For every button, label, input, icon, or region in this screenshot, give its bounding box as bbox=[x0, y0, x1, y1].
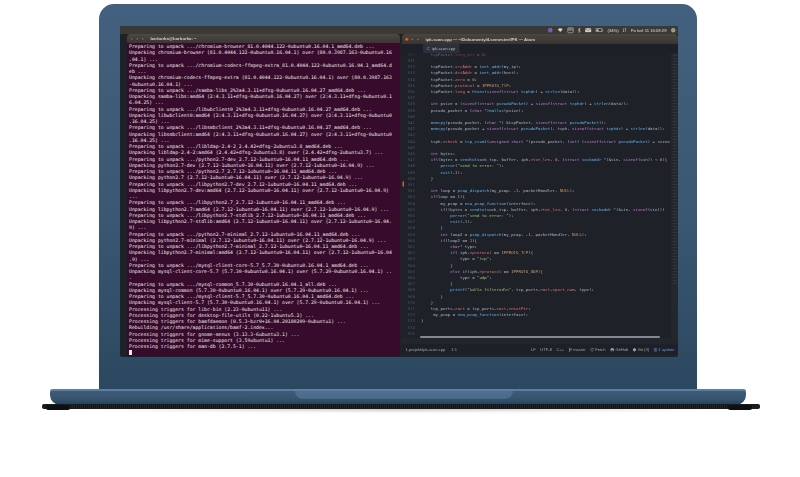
terminal-line: Unpacking libsmbclient:amd64 (2:4.3.11+d… bbox=[129, 132, 398, 138]
atom-tab-bar: C ipk-scan.cpp bbox=[402, 44, 678, 53]
battery-percentage[interactable]: (34%) bbox=[608, 28, 619, 33]
status-update-badge[interactable]: 1 update bbox=[654, 347, 675, 352]
terminal-line: Unpacking python2.7 (2.7.12-1ubuntu0~16.… bbox=[129, 175, 398, 181]
terminal-line: Unpacking mysql-client-5.7 (5.7.30-0ubun… bbox=[129, 300, 398, 306]
status-right-items: LF UTF-8 C++ master Fetch GitHub Git (3) 1 upda… bbox=[531, 347, 674, 352]
terminal-line: Unpacking samba-libs:amd64 (2:4.3.11+dfs… bbox=[129, 94, 398, 100]
laptop-screen: EN (34%) Po kvě 11 16:09:29 barborka@bar… bbox=[120, 26, 678, 357]
status-item-utf-8[interactable]: UTF-8 bbox=[540, 347, 552, 352]
status-cursor-position[interactable]: 1:1 bbox=[451, 347, 457, 352]
terminal-line: Unpacking libpython2.7:amd64 (2.7.12-1ub… bbox=[129, 207, 398, 213]
atom-minimap[interactable] bbox=[671, 53, 678, 338]
terminal-line: Unpacking libldap-2.4-2:amd64 (2.4.42+df… bbox=[129, 150, 398, 156]
atom-titlebar[interactable]: ipk-scan.cpp — ~/Dokumenty/4.semester/IP… bbox=[402, 34, 678, 44]
status-item-c-[interactable]: C++ bbox=[556, 347, 564, 352]
bluetooth-icon[interactable] bbox=[578, 27, 582, 33]
battery-icon[interactable] bbox=[596, 28, 604, 33]
status-item-master[interactable]: master bbox=[569, 347, 586, 352]
terminal-line: Unpacking chromium-browser (81.0.4044.12… bbox=[129, 50, 398, 56]
status-item-fetch[interactable]: Fetch bbox=[590, 347, 605, 352]
clock[interactable]: Po kvě 11 16:09:29 bbox=[631, 28, 667, 33]
atom-close-button[interactable] bbox=[405, 37, 409, 41]
status-item-github[interactable]: GitHub bbox=[610, 347, 628, 352]
status-item-lf[interactable]: LF bbox=[531, 347, 536, 352]
keyboard-layout-indicator[interactable]: EN bbox=[568, 27, 574, 33]
terminal-maximize-button[interactable] bbox=[141, 37, 145, 41]
terminal-line: Preparing to unpack .../python2.7-minima… bbox=[129, 232, 398, 238]
terminal-line: Preparing to unpack .../chromium-codecs-… bbox=[129, 63, 398, 69]
atom-minimize-button[interactable] bbox=[411, 37, 415, 41]
atom-editor[interactable]: 530 tcpPacket.leng_ptr = 0;531532 tcpPac… bbox=[402, 53, 678, 338]
updater-icon[interactable] bbox=[548, 27, 554, 33]
status-item-git-3-[interactable]: Git (3) bbox=[633, 347, 649, 352]
wifi-icon[interactable] bbox=[557, 28, 564, 33]
terminal-cursor bbox=[129, 350, 132, 355]
terminal-line: Unpacking mysql-client-core-5.7 (5.7.30-… bbox=[129, 269, 398, 275]
laptop-bottom-edge bbox=[42, 404, 760, 409]
laptop-base bbox=[50, 389, 746, 405]
terminal-line: Unpacking chromium-codecs-ffmpeg-extra (… bbox=[129, 75, 398, 81]
atom-status-bar: 1.projekt/ipk-scan.cpp 1:1 LF UTF-8 C++ mas… bbox=[402, 344, 678, 355]
terminal-titlebar[interactable]: barborka@barborka: ~ bbox=[127, 34, 400, 43]
cpp-file-icon: C bbox=[427, 46, 430, 51]
atom-horizontal-scrollbar[interactable] bbox=[420, 336, 660, 338]
ubuntu-top-panel: EN (34%) Po kvě 11 16:09:29 bbox=[120, 26, 678, 34]
atom-tab-ipk-scan[interactable]: C ipk-scan.cpp bbox=[423, 44, 459, 53]
status-file-path[interactable]: 1.projekt/ipk-scan.cpp bbox=[406, 347, 446, 352]
atom-title: ipk-scan.cpp — ~/Dokumenty/4.semester/IP… bbox=[426, 37, 536, 42]
laptop-foot-left bbox=[46, 405, 70, 410]
terminal-line: Preparing to unpack .../libsmbclient_2%3… bbox=[129, 125, 398, 131]
sync-arrows-icon[interactable] bbox=[623, 28, 627, 33]
terminal-line: Unpacking libpython2.7-dev:amd64 (2.7.12… bbox=[129, 188, 398, 194]
atom-window: ipk-scan.cpp — ~/Dokumenty/4.semester/IP… bbox=[402, 34, 678, 356]
terminal-title: barborka@barborka: ~ bbox=[151, 36, 197, 41]
gear-icon[interactable] bbox=[671, 27, 677, 33]
laptop-foot-right bbox=[728, 405, 752, 410]
atom-maximize-button[interactable] bbox=[416, 37, 420, 41]
terminal-line: Preparing to unpack .../libwbclient0_2%3… bbox=[129, 107, 398, 113]
mail-icon[interactable] bbox=[585, 28, 592, 33]
terminal-output[interactable]: Preparing to unpack .../chromium-browser… bbox=[127, 43, 400, 356]
terminal-line: Unpacking libpython2.7-minimal:amd64 (2.… bbox=[129, 250, 398, 256]
terminal-close-button[interactable] bbox=[130, 37, 134, 41]
terminal-window: barborka@barborka: ~ Preparing to unpack… bbox=[127, 34, 400, 356]
laptop-notch bbox=[295, 391, 513, 399]
terminal-minimize-button[interactable] bbox=[136, 37, 140, 41]
terminal-line: Unpacking libpython2.7-stdlib:amd64 (2.7… bbox=[129, 219, 398, 225]
